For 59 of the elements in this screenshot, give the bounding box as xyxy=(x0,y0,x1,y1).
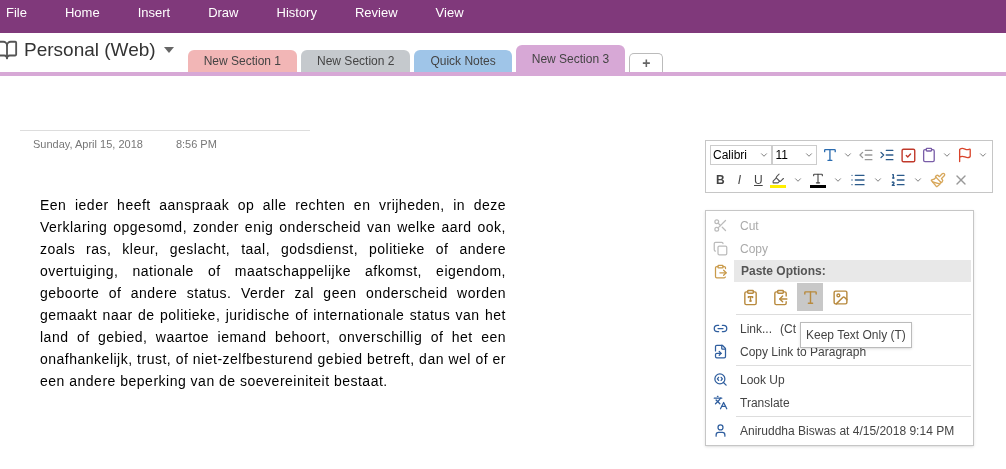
clipboard-text-icon xyxy=(741,288,759,306)
section-tab[interactable]: New Section 2 xyxy=(301,50,411,72)
highlighter-icon[interactable] xyxy=(769,172,786,188)
flag-icon[interactable] xyxy=(957,147,974,163)
magnifier-icon xyxy=(712,372,728,387)
section-tab[interactable]: New Section 3 xyxy=(515,45,626,72)
text-style-icon[interactable] xyxy=(822,147,838,163)
menu-item[interactable]: Link... (Ct xyxy=(740,319,796,338)
menu-item[interactable]: Translate xyxy=(740,393,790,412)
bullet-list-icon[interactable] xyxy=(849,172,866,188)
underline-button[interactable]: U xyxy=(754,171,763,189)
menu-item[interactable]: History xyxy=(276,3,317,23)
tooltip: Keep Text Only (T) xyxy=(800,322,912,348)
menu-item[interactable]: Aniruddha Biswas at 4/15/2018 9:14 PM xyxy=(740,421,955,440)
person-icon xyxy=(712,423,728,438)
menu-item[interactable]: File xyxy=(6,3,27,23)
menu-item[interactable]: Insert xyxy=(137,3,171,23)
copy-icon xyxy=(712,241,728,256)
caret-icon[interactable] xyxy=(912,175,923,185)
caret-icon[interactable] xyxy=(804,150,815,160)
translate-icon xyxy=(712,395,728,410)
caret-icon[interactable] xyxy=(832,175,843,185)
document-link-icon xyxy=(712,344,728,359)
picture-icon xyxy=(831,288,849,306)
paste-option-button[interactable] xyxy=(797,283,823,311)
scissors-icon xyxy=(712,218,728,233)
format-painter-icon[interactable] xyxy=(929,172,946,188)
menu-item[interactable]: Home xyxy=(64,3,100,23)
numbered-list-icon[interactable] xyxy=(889,172,906,188)
caret-icon[interactable] xyxy=(163,47,174,53)
font-color-icon[interactable] xyxy=(809,172,826,188)
menu-item[interactable]: Draw xyxy=(208,3,239,23)
menu-item[interactable]: View xyxy=(435,3,464,23)
clipboard-icon xyxy=(712,263,728,279)
section-tab[interactable]: New Section 1 xyxy=(187,50,298,72)
clipboard-arrow-icon xyxy=(771,288,789,306)
caret-icon[interactable] xyxy=(978,150,988,160)
font-field[interactable]: Calibri xyxy=(710,145,773,165)
text-icon xyxy=(801,288,819,306)
caret-icon[interactable] xyxy=(872,175,883,185)
page-date: Sunday, April 15, 2018 xyxy=(33,137,143,152)
notebook-icon xyxy=(0,39,18,61)
menu-item[interactable]: Look Up xyxy=(740,370,785,389)
caret-icon[interactable] xyxy=(942,150,953,160)
note-paragraph: Een ieder heeft aanspraak op alle rechten en vrijheden, in deze Verklaring opgesomd, zonder enig onderscheid van welke aard ook, zoals ras, kleur, geslacht, taal, godsdienst, politieke of andere overtuiging, nationale of maatschappelijke afkomst, eigendom, geboorte of andere status. Verder zal geen onderscheid worden gemaakt naar de politieke, juridische of internationale status van het land of gebied, waartoe iemand behoort, onverschillig of het een onafhankelijk, trust, of niet-zelfbesturend gebied betreft, dan wel of er een andere beperking van de soevereiniteit bestaat. xyxy=(40,195,506,391)
caret-icon[interactable] xyxy=(792,175,803,185)
section-tab[interactable]: Quick Notes xyxy=(414,50,512,72)
caret-icon[interactable] xyxy=(843,150,853,160)
notebook-title[interactable]: Personal (Web) xyxy=(24,35,156,65)
checkbox-tag-icon[interactable] xyxy=(899,146,917,164)
menu-item[interactable]: Review xyxy=(354,3,398,23)
caret-icon[interactable] xyxy=(759,150,770,160)
indent-icon[interactable] xyxy=(878,147,895,163)
bold-button[interactable]: B xyxy=(716,171,725,189)
font-size-field[interactable]: 11 xyxy=(772,145,818,165)
page-time: 8:56 PM xyxy=(175,137,217,152)
paste-options-header: Paste Options: xyxy=(734,260,971,282)
italic-button[interactable]: I xyxy=(737,171,741,189)
add-section-tab[interactable]: + xyxy=(629,53,664,72)
